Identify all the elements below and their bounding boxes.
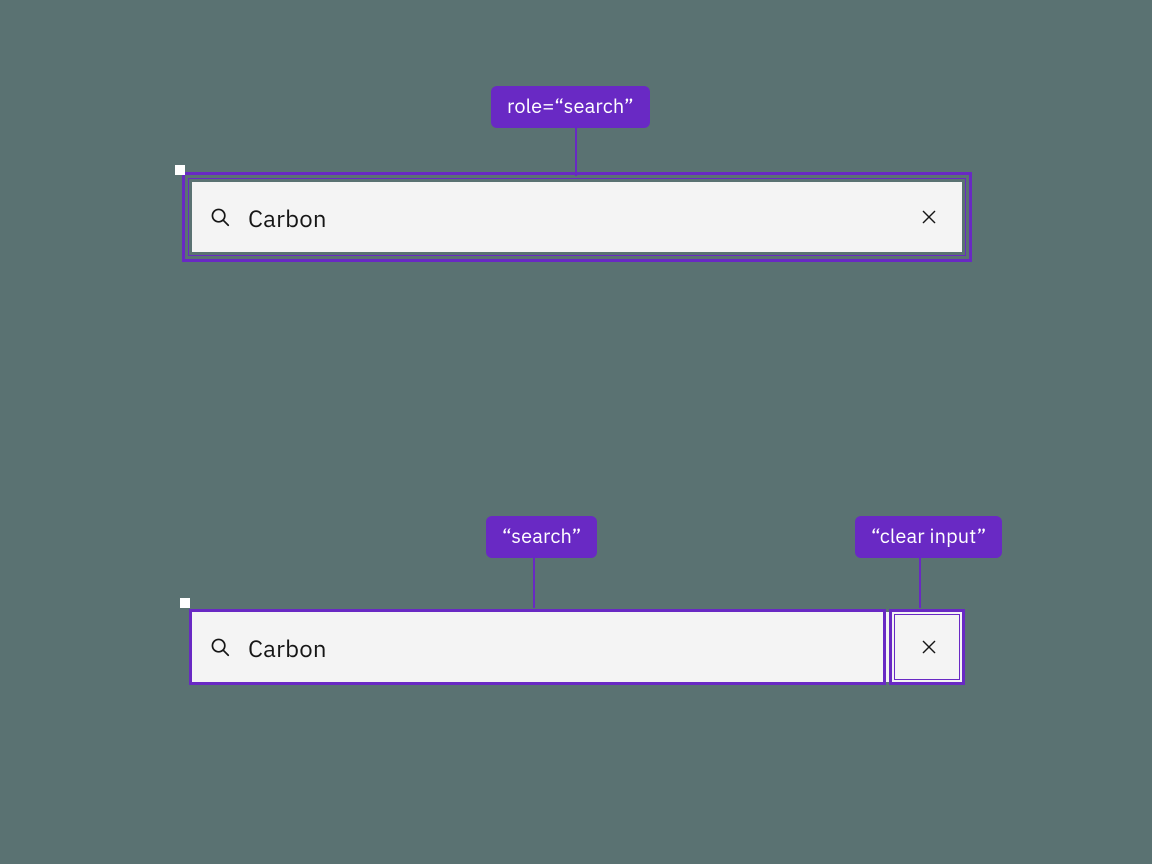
annotation-tag-clear-input: “clear input” bbox=[855, 516, 1002, 558]
close-icon bbox=[920, 638, 938, 656]
clear-button[interactable] bbox=[896, 612, 962, 682]
selection-handle bbox=[180, 598, 190, 608]
search-icon bbox=[192, 182, 248, 252]
search-bar[interactable]: Carbon bbox=[192, 612, 962, 682]
annotation-connector bbox=[575, 128, 577, 176]
clear-button[interactable] bbox=[896, 182, 962, 252]
search-bar[interactable]: Carbon bbox=[192, 182, 962, 252]
close-icon bbox=[920, 208, 938, 226]
annotation-tag-role-search: role=“search” bbox=[491, 86, 650, 128]
annotation-connector bbox=[533, 558, 535, 608]
selection-handle bbox=[175, 165, 185, 175]
annotation-tag-search: “search” bbox=[486, 516, 597, 558]
panel-role-search: role=“search” Carbon bbox=[0, 0, 1152, 432]
search-input[interactable]: Carbon bbox=[248, 630, 896, 664]
panel-search-parts: “search” “clear input” Carbon bbox=[0, 432, 1152, 864]
annotation-connector bbox=[919, 558, 921, 608]
search-icon bbox=[192, 612, 248, 682]
search-input[interactable]: Carbon bbox=[248, 200, 896, 234]
